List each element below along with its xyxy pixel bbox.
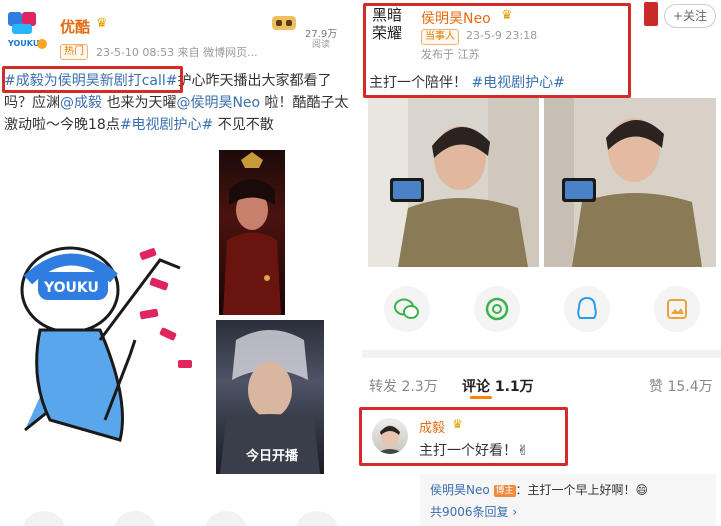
body-text-4: 不见不散 [213,117,274,133]
post-meta: 23-5-10 08:53 来自 微博网页... [96,46,258,59]
action-moments-icon[interactable] [113,511,157,526]
mention-chengyi[interactable]: @成毅 [60,95,102,111]
interaction-tabs: 转发 2.3万 评论 1.1万 赞 15.4万 [362,372,721,398]
tab-repost[interactable]: 转发 2.3万 [369,376,438,396]
action-wechat-icon[interactable] [22,511,66,526]
left-action-bar [0,505,362,526]
reply-text: ：主打一个早上好啊！😄 [515,483,649,497]
tab-like[interactable]: 赞 15.4万 [649,376,713,396]
svg-text:YOUKU: YOUKU [7,39,39,48]
reply-line: 侯明昊Neo 博主 ：主打一个早上好啊！😄 [430,481,648,498]
youku-mascot-image: YOUKU [10,220,210,470]
moments-share-icon[interactable] [474,286,520,332]
drama-poster-2[interactable]: 今日开播 [216,320,324,474]
section-divider [362,350,721,358]
drama-poster-1[interactable] [219,150,285,315]
tab-comment[interactable]: 评论 1.1万 [462,376,534,396]
hashtag-huxin[interactable]: #电视剧护心# [120,117,213,133]
save-image-icon[interactable] [654,286,700,332]
views-label: 阅读 [312,40,331,50]
post-author[interactable]: 优酷 [60,16,90,37]
qq-share-icon[interactable] [564,286,610,332]
more-replies-link[interactable]: 共9006条回复 › [430,503,517,520]
post-photo-2[interactable] [544,98,716,267]
thumbnail-icon [644,2,658,26]
body-text-2: 也来为天曜 [102,95,177,111]
action-save-icon[interactable] [295,511,339,526]
highlight-box-comment [359,407,568,466]
post-photo-1[interactable] [368,98,539,267]
youku-avatar[interactable]: YOUKU [4,10,48,54]
highlight-box-hashtag [2,66,183,93]
share-row [362,286,721,336]
active-tab-indicator [470,396,492,399]
crown-badge-icon: ♛ [96,16,108,31]
reply-author[interactable]: 侯明昊Neo [430,483,490,497]
action-qq-icon[interactable] [204,511,248,526]
left-post-panel: YOUKU 优酷 ♛ 热门 23-5-10 08:53 来自 微博网页... 2… [0,0,362,526]
highlight-box-post [363,3,631,98]
hot-tag: 热门 [60,44,88,60]
reply-author-tag: 博主 [493,485,516,497]
mascot-label: YOUKU [43,280,99,296]
wechat-share-icon[interactable] [384,286,430,332]
follow-button[interactable]: +关注 [664,4,716,28]
mention-houminghao[interactable]: @侯明昊Neo [176,95,260,111]
poster2-caption: 今日开播 [245,448,299,464]
